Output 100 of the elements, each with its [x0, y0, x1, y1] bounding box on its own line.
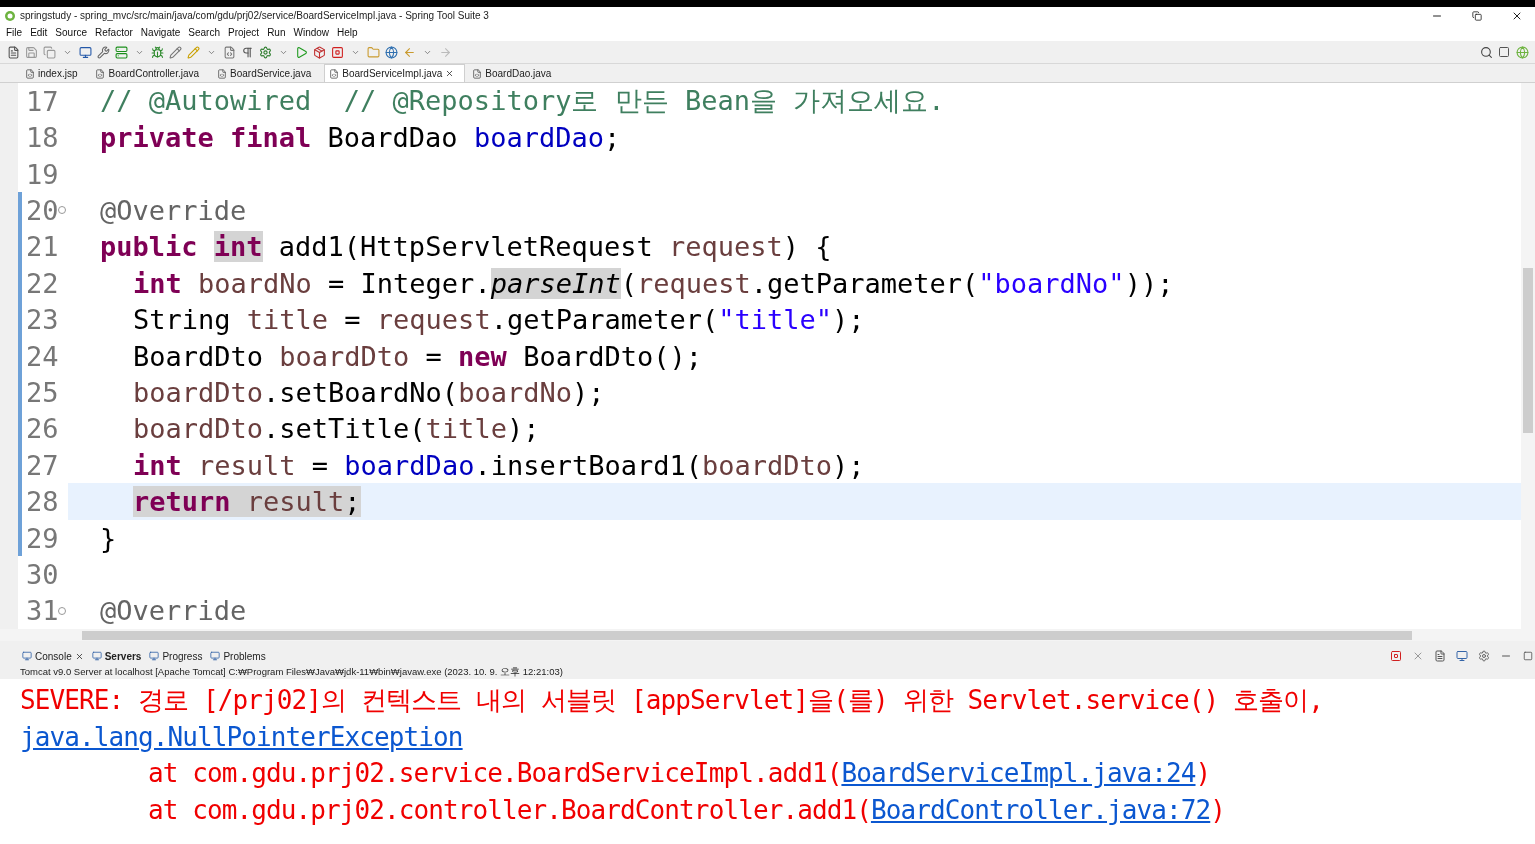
gear-icon[interactable] — [258, 45, 272, 59]
gear-icon[interactable] — [1477, 649, 1491, 663]
line-number: 19 — [25, 158, 59, 190]
wrench-icon[interactable] — [96, 45, 110, 59]
code-text: .getParameter( — [750, 267, 979, 299]
line-number: 30 — [25, 559, 59, 590]
document-icon[interactable] — [1433, 649, 1447, 663]
menu-item[interactable]: Search — [184, 27, 224, 38]
view-tab[interactable]: Progress — [149, 650, 203, 662]
maximize-view-icon[interactable] — [1521, 649, 1535, 663]
keyword: int — [213, 231, 263, 263]
menu-item[interactable]: Help — [333, 27, 362, 38]
save-all-icon[interactable] — [42, 45, 56, 59]
line-number: 18 — [25, 122, 59, 154]
variable-name: boardDto — [133, 376, 264, 408]
perspective-icon[interactable] — [1497, 45, 1511, 59]
code-text: ; — [603, 122, 621, 154]
monitor-icon — [91, 651, 102, 661]
line-number: 26 — [25, 413, 59, 445]
variable-name: boardDto — [701, 449, 832, 481]
display-icon[interactable] — [1455, 649, 1469, 663]
view-tab[interactable]: Console — [22, 650, 84, 662]
line-number: 31 — [25, 595, 59, 627]
code-text: ); — [506, 413, 540, 445]
code-text: String — [133, 304, 231, 336]
stop-icon[interactable] — [330, 45, 344, 59]
package-icon[interactable] — [312, 45, 326, 59]
view-tab[interactable]: Problems — [210, 650, 266, 662]
close-icon[interactable] — [74, 651, 84, 661]
editor-tab[interactable]: BoardService.java — [212, 64, 323, 82]
code-text: .getParameter( — [490, 304, 719, 336]
stack-trace-link[interactable]: BoardServiceImpl.java:24 — [841, 758, 1196, 789]
code-text: add1(HttpServletRequest — [278, 231, 653, 263]
java-file-icon — [217, 68, 228, 79]
line-number: 27 — [25, 449, 59, 481]
code-text: BoardDao — [327, 122, 458, 154]
menu-item[interactable]: Refactor — [91, 27, 137, 38]
server-icon[interactable] — [114, 45, 128, 59]
menu-item[interactable]: Project — [224, 27, 264, 38]
error-text: ) — [1210, 794, 1225, 825]
pilcrow-icon[interactable] — [240, 45, 254, 59]
menu-item[interactable]: Source — [51, 27, 92, 38]
code-text: ); — [571, 376, 605, 408]
horizontal-scrollbar[interactable] — [0, 629, 1535, 641]
line-number: 28 — [25, 486, 59, 518]
forward-icon[interactable] — [438, 45, 452, 59]
variable-name: request — [636, 267, 751, 299]
menu-item[interactable]: Window — [289, 27, 334, 38]
variable-name: boardDto — [133, 413, 264, 445]
monitor-icon — [22, 651, 32, 661]
file-code-icon[interactable] — [222, 45, 236, 59]
pencil-icon[interactable] — [168, 45, 182, 59]
editor-tab[interactable]: BoardDao.java — [467, 64, 563, 82]
line-number: 25 — [25, 376, 59, 408]
menu-item[interactable]: Navigate — [136, 27, 185, 38]
variable-name: result — [230, 486, 345, 518]
code-text: = — [425, 340, 442, 372]
vertical-scrollbar[interactable] — [1521, 83, 1535, 629]
code-text: )); — [1124, 267, 1174, 299]
annotation: @Override — [100, 595, 247, 627]
menu-item[interactable]: File — [2, 27, 27, 38]
bug-icon[interactable] — [150, 45, 164, 59]
keyword: public — [100, 231, 198, 263]
stack-trace-link[interactable]: BoardController.java:72 — [870, 794, 1211, 825]
search-icon[interactable] — [1479, 45, 1493, 59]
monitor-icon — [210, 651, 221, 661]
java-file-icon — [472, 68, 483, 79]
menu-item[interactable]: Edit — [26, 27, 52, 38]
globe-icon[interactable] — [384, 45, 398, 59]
code-text: = Integer. — [328, 267, 491, 299]
line-number: 20 — [25, 194, 59, 226]
string-literal: "boardNo" — [978, 267, 1125, 299]
editor-tab[interactable]: BoardServiceImpl.java — [324, 64, 466, 82]
back-icon[interactable] — [402, 45, 416, 59]
restore-icon — [1472, 10, 1482, 21]
new-file-icon[interactable] — [6, 45, 20, 59]
variable-name: boardDto — [279, 340, 410, 372]
editor-tab[interactable]: index.jsp — [20, 64, 89, 82]
folder-icon[interactable] — [366, 45, 380, 59]
editor-tab[interactable]: BoardController.java — [90, 64, 211, 82]
stack-trace-link[interactable]: java.lang.NullPointerException — [20, 721, 463, 752]
monitor-icon — [149, 651, 160, 661]
variable-name: boardNo — [198, 267, 312, 299]
run-icon[interactable] — [294, 45, 308, 59]
line-number: 17 — [25, 85, 59, 117]
code-text: ) { — [782, 231, 832, 263]
stop-icon[interactable] — [1389, 649, 1403, 663]
code-text: ); — [832, 304, 865, 336]
menu-item[interactable]: Run — [263, 27, 290, 38]
variable-name: title — [425, 413, 507, 445]
java-file-icon — [329, 68, 340, 79]
annotation: @Override — [100, 194, 247, 226]
close-icon[interactable] — [445, 69, 455, 78]
code-text: } — [100, 522, 117, 554]
view-tab[interactable]: Servers — [91, 650, 142, 662]
keyword: int — [133, 267, 182, 299]
keyword: return — [133, 486, 231, 518]
console-header: Tomcat v9.0 Server at localhost [Apache Tomcat] C:₩Program Files₩Java₩jdk-11₩bin₩javaw.exe (2023. 10. 9. 오후 12:21:03) — [19, 666, 564, 679]
variable-name: request — [376, 304, 491, 336]
error-text: SEVERE: 경로 [/prj02]의 컨텍스트 내의 서블릿 [appServlet]을(를) 위한 Servlet.service() 호출이, — [20, 683, 1324, 717]
